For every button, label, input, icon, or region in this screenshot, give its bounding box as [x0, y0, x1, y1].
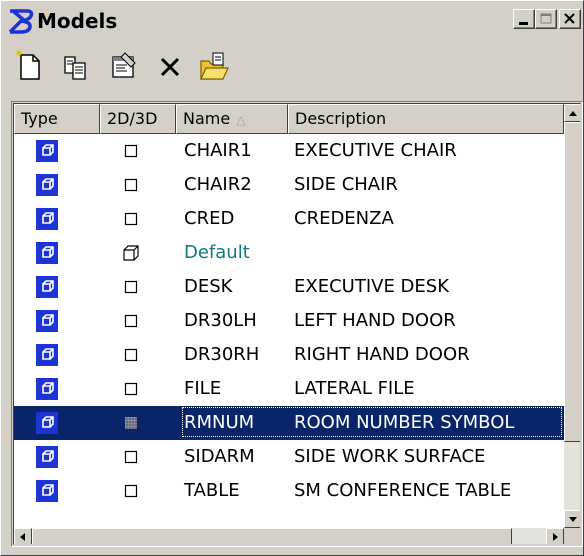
column-header-type[interactable]: Type: [14, 104, 100, 134]
arrow-down-icon: [569, 517, 577, 522]
model-row[interactable]: DESK EXECUTIVE DESK: [14, 270, 564, 304]
close-icon: [564, 13, 575, 24]
window-title: Models: [37, 9, 118, 33]
model-description: RIGHT HAND DOOR: [294, 344, 470, 365]
scroll-down-button[interactable]: [564, 510, 580, 528]
horizontal-scrollbar[interactable]: [14, 528, 580, 544]
scroll-left-button[interactable]: [14, 528, 32, 544]
model-name: RMNUM: [184, 412, 255, 433]
model-row[interactable]: FILE LATERAL FILE: [14, 372, 564, 406]
model-2d-icon: [122, 448, 140, 466]
horizontal-scroll-thumb[interactable]: [32, 528, 512, 544]
model-name: DR30LH: [184, 310, 257, 331]
model-name: SIDARM: [184, 446, 255, 467]
model-row[interactable]: SIDARM SIDE WORK SURFACE: [14, 440, 564, 474]
model-description: EXECUTIVE CHAIR: [294, 140, 457, 161]
model-row[interactable]: CRED CREDENZA: [14, 202, 564, 236]
model-list: Type 2D/3D Name △ Description CHAIR1 EXECU…: [11, 101, 583, 547]
model-type-icon: [36, 412, 58, 434]
maximize-icon: [540, 13, 552, 24]
model-name: FILE: [184, 378, 222, 399]
arrow-right-icon: [553, 533, 558, 541]
model-type-icon: [36, 174, 58, 196]
model-type-icon: [36, 242, 58, 264]
model-row[interactable]: RMNUM ROOM NUMBER SYMBOL: [14, 406, 564, 440]
model-name: DR30RH: [184, 344, 260, 365]
maximize-button[interactable]: [535, 9, 557, 29]
model-name: DESK: [184, 276, 233, 297]
model-type-icon: [36, 310, 58, 332]
model-type-icon: [36, 378, 58, 400]
model-type-icon: [36, 344, 58, 366]
open-folder-icon: [200, 52, 229, 80]
model-row[interactable]: CHAIR1 EXECUTIVE CHAIR: [14, 134, 564, 168]
model-name: Default: [184, 242, 250, 263]
new-document-icon: [16, 50, 40, 80]
model-row[interactable]: CHAIR2 SIDE CHAIR: [14, 168, 564, 202]
scroll-up-button[interactable]: [564, 104, 580, 122]
list-header: Type 2D/3D Name △ Description: [14, 104, 564, 134]
model-2d-icon: [122, 312, 140, 330]
properties-icon: [112, 52, 136, 78]
copy-model-button[interactable]: [59, 49, 93, 83]
title-bar[interactable]: Models: [3, 3, 581, 39]
scroll-corner: [564, 528, 580, 544]
model-type-icon: [36, 480, 58, 502]
new-model-button[interactable]: [13, 49, 47, 83]
column-header-2d3d[interactable]: 2D/3D: [100, 104, 176, 134]
model-type-icon: [36, 276, 58, 298]
minimize-icon: [519, 22, 528, 25]
close-button[interactable]: [559, 9, 581, 29]
model-description: LEFT HAND DOOR: [294, 310, 456, 331]
model-2d-icon: [122, 176, 140, 194]
import-model-button[interactable]: [197, 49, 231, 83]
model-2d-icon: [122, 380, 140, 398]
model-row[interactable]: DR30RH RIGHT HAND DOOR: [14, 338, 564, 372]
model-2d-icon: [122, 278, 140, 296]
model-description: ROOM NUMBER SYMBOL: [294, 412, 515, 433]
model-description: CREDENZA: [294, 208, 394, 229]
model-2d-icon: [122, 210, 140, 228]
vertical-scroll-thumb[interactable]: [564, 122, 580, 442]
model-2d-icon: [122, 482, 140, 500]
bentley-logo-icon: [8, 9, 34, 34]
toolbar: [3, 41, 581, 91]
copy-icon: [64, 56, 86, 80]
column-header-description[interactable]: Description: [288, 104, 564, 134]
model-row[interactable]: DR30LH LEFT HAND DOOR: [14, 304, 564, 338]
model-2d-icon: [122, 414, 140, 432]
model-type-icon: [36, 208, 58, 230]
model-description: SIDE WORK SURFACE: [294, 446, 486, 467]
vertical-scrollbar[interactable]: [564, 104, 580, 528]
model-properties-button[interactable]: [107, 49, 141, 83]
model-2d-icon: [122, 346, 140, 364]
model-type-icon: [36, 446, 58, 468]
minimize-button[interactable]: [513, 9, 535, 29]
models-dialog: Models Type 2D/3D Name △ Description CHA…: [0, 0, 584, 556]
sort-ascending-icon: △: [236, 113, 246, 127]
model-name: TABLE: [184, 480, 240, 501]
model-name: CHAIR2: [184, 174, 252, 195]
model-row[interactable]: Default: [14, 236, 564, 270]
delete-model-button[interactable]: [153, 49, 187, 83]
model-description: SM CONFERENCE TABLE: [294, 480, 512, 501]
scroll-right-button[interactable]: [546, 528, 564, 544]
arrow-up-icon: [569, 111, 577, 116]
model-description: SIDE CHAIR: [294, 174, 398, 195]
model-2d-icon: [122, 142, 140, 160]
arrow-left-icon: [20, 533, 25, 541]
model-name: CHAIR1: [184, 140, 252, 161]
model-name: CRED: [184, 208, 235, 229]
model-row[interactable]: TABLE SM CONFERENCE TABLE: [14, 474, 564, 508]
model-type-icon: [36, 140, 58, 162]
model-3d-icon: [122, 244, 140, 262]
model-description: LATERAL FILE: [294, 378, 415, 399]
column-header-name[interactable]: Name △: [176, 104, 288, 134]
delete-x-icon: [160, 57, 180, 77]
model-description: EXECUTIVE DESK: [294, 276, 449, 297]
